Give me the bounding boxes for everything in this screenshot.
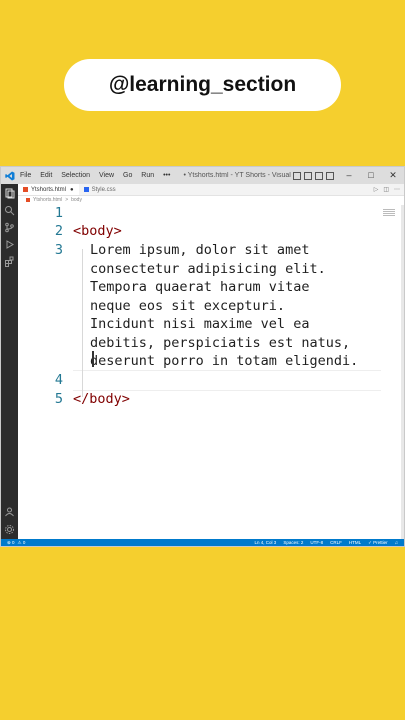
vscode-logo-icon bbox=[5, 171, 15, 181]
html-file-icon bbox=[23, 187, 28, 192]
minimize-button[interactable]: – bbox=[338, 170, 360, 181]
toggle-sidebar-icon[interactable] bbox=[293, 171, 302, 180]
line-ending[interactable]: CRLF bbox=[330, 540, 342, 546]
errors-count[interactable]: ⊗ 0 bbox=[7, 540, 15, 546]
indent-guide bbox=[82, 249, 83, 397]
code-text-line: consectetur adipisicing elit. bbox=[90, 261, 326, 277]
line-number: 2 bbox=[54, 223, 63, 239]
menu-go[interactable]: Go bbox=[123, 172, 132, 179]
line-number: 1 bbox=[54, 205, 63, 221]
toggle-panel-icon[interactable] bbox=[304, 171, 313, 180]
tab-style-css[interactable]: Style.css bbox=[79, 184, 121, 195]
tag-name: body bbox=[81, 223, 114, 239]
tab-label: Ytshorts.html bbox=[31, 186, 67, 193]
code-text-line: debitis, perspiciatis est natus, bbox=[90, 335, 351, 351]
code-line-5: </body> bbox=[73, 391, 130, 407]
encoding[interactable]: UTF-8 bbox=[310, 540, 323, 546]
run-debug-icon[interactable] bbox=[4, 239, 15, 250]
explorer-icon[interactable] bbox=[4, 188, 15, 199]
window-controls: – □ ✕ bbox=[338, 170, 404, 181]
editor-actions: ▷ ◫ ⋯ bbox=[374, 186, 400, 193]
prettier-status[interactable]: ✓ Prettier bbox=[368, 540, 388, 546]
css-file-icon bbox=[83, 187, 89, 192]
notifications-bell-icon[interactable]: ♫ bbox=[395, 540, 398, 546]
breadcrumb: Ytshorts.html > body bbox=[18, 196, 404, 204]
extensions-icon[interactable] bbox=[4, 256, 15, 267]
code-text-line: deserunt porro in totam eligendi. bbox=[90, 353, 359, 369]
language-mode[interactable]: HTML bbox=[349, 540, 361, 546]
tab-label: Style.css bbox=[91, 186, 116, 193]
code-line-2: <body> bbox=[73, 223, 122, 239]
tag-bracket: > bbox=[113, 223, 122, 239]
line-number: 5 bbox=[54, 391, 63, 407]
toggle-secondary-sidebar-icon[interactable] bbox=[315, 171, 324, 180]
channel-handle: @learning_section bbox=[108, 73, 297, 96]
code-editor[interactable]: 1 2 3 4 5 <body> Lorem ipsum, dolor sit … bbox=[18, 205, 401, 541]
html-file-icon bbox=[26, 198, 30, 202]
indentation[interactable]: Spaces: 2 bbox=[283, 540, 303, 546]
editor-tabs: Ytshorts.html ● Style.css ▷ ◫ ⋯ bbox=[18, 184, 404, 196]
breadcrumb-file[interactable]: Ytshorts.html bbox=[33, 197, 62, 203]
line-number: 4 bbox=[54, 372, 63, 388]
code-text-line: Incidunt nisi maxime vel ea bbox=[90, 316, 310, 332]
customize-layout-icon[interactable] bbox=[326, 171, 335, 180]
unsaved-dot-icon[interactable]: ● bbox=[70, 187, 74, 193]
menu-selection[interactable]: Selection bbox=[61, 172, 90, 179]
current-line-highlight bbox=[73, 370, 381, 391]
warnings-count[interactable]: ⚠ 0 bbox=[18, 540, 26, 546]
breadcrumb-separator: > bbox=[65, 197, 69, 203]
vscode-window: File Edit Selection View Go Run ••• • Yt… bbox=[0, 166, 405, 547]
menu-bar: File Edit Selection View Go Run ••• bbox=[20, 172, 177, 179]
cursor-position[interactable]: Ln 4, Col 3 bbox=[255, 540, 277, 546]
line-number: 3 bbox=[54, 242, 63, 258]
breadcrumb-node[interactable]: body bbox=[71, 197, 82, 203]
minimap[interactable] bbox=[383, 209, 395, 217]
window-title: • Ytshorts.html - YT Shorts - Visual Stu… bbox=[183, 172, 291, 179]
activity-bar bbox=[1, 184, 18, 541]
maximize-button[interactable]: □ bbox=[360, 170, 382, 181]
search-icon[interactable] bbox=[4, 205, 15, 216]
tag-name: body bbox=[89, 391, 122, 407]
tag-bracket: </ bbox=[73, 391, 90, 407]
tag-bracket: < bbox=[73, 223, 82, 239]
menu-edit[interactable]: Edit bbox=[40, 172, 52, 179]
tab-ytshorts-html[interactable]: Ytshorts.html ● bbox=[18, 184, 79, 195]
run-icon[interactable]: ▷ bbox=[374, 186, 379, 193]
channel-handle-badge: @learning_section bbox=[64, 59, 341, 111]
more-actions-icon[interactable]: ⋯ bbox=[394, 186, 400, 193]
menu-more[interactable]: ••• bbox=[163, 172, 170, 179]
accounts-icon[interactable] bbox=[4, 506, 15, 517]
source-control-icon[interactable] bbox=[4, 222, 15, 233]
code-text-line: Lorem ipsum, dolor sit amet bbox=[90, 242, 310, 258]
title-bar: File Edit Selection View Go Run ••• • Yt… bbox=[1, 167, 404, 184]
menu-file[interactable]: File bbox=[20, 172, 31, 179]
settings-gear-icon[interactable] bbox=[4, 524, 15, 535]
close-button[interactable]: ✕ bbox=[382, 170, 404, 181]
layout-controls bbox=[293, 171, 335, 180]
split-editor-icon[interactable]: ◫ bbox=[383, 186, 389, 193]
code-text-line: Tempora quaerat harum vitae bbox=[90, 279, 310, 295]
status-bar: ⊗ 0 ⚠ 0 Ln 4, Col 3 Spaces: 2 UTF-8 CRLF… bbox=[1, 539, 404, 546]
code-text-line: neque eos sit excepturi. bbox=[90, 298, 286, 314]
menu-run[interactable]: Run bbox=[141, 172, 154, 179]
menu-view[interactable]: View bbox=[99, 172, 114, 179]
text-cursor-icon bbox=[92, 351, 94, 367]
tag-bracket: > bbox=[121, 391, 130, 407]
vertical-scrollbar[interactable] bbox=[401, 205, 404, 541]
